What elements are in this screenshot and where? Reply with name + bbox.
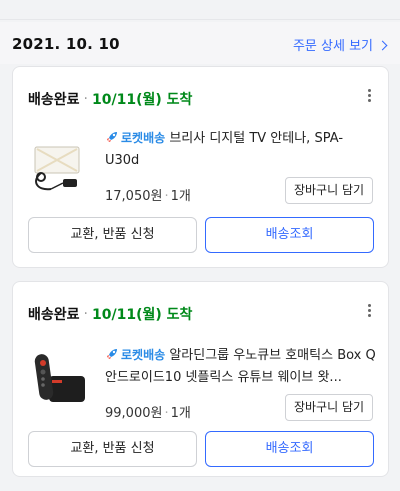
top-strip	[0, 0, 400, 20]
product-quantity: 1개	[170, 406, 191, 421]
price-separator: ·	[164, 406, 169, 421]
price-separator: ·	[164, 189, 169, 204]
track-delivery-button[interactable]: 배송조회	[205, 217, 374, 253]
order-date-header: 2021. 10. 10 주문 상세 보기	[0, 22, 400, 64]
price-quantity: 17,050원 · 1개	[105, 185, 191, 204]
arrival-date: 10/11(월) 도착	[91, 307, 193, 323]
order-card: 배송완료 · 10/11(월) 도착 로켓배송 알라딘그룹 우노큐브 호매틱스 …	[12, 281, 389, 477]
product-price: 17,050원	[105, 189, 163, 204]
rocket-delivery-badge: 로켓배송	[121, 131, 166, 145]
product-name[interactable]: 로켓배송 브리사 디지털 TV 안테나, SPA-U30d	[105, 127, 376, 172]
price-quantity: 99,000원 · 1개	[105, 402, 191, 421]
product-price: 99,000원	[105, 406, 163, 421]
order-detail-link[interactable]: 주문 상세 보기	[292, 35, 388, 54]
status-text: 배송완료	[28, 307, 80, 323]
delivery-status: 배송완료 · 10/11(월) 도착	[28, 304, 192, 324]
track-delivery-button[interactable]: 배송조회	[205, 431, 374, 467]
order-date: 2021. 10. 10	[12, 35, 120, 53]
status-separator: ·	[83, 91, 88, 107]
status-separator: ·	[83, 306, 88, 322]
chevron-right-icon	[377, 40, 388, 50]
rocket-icon	[107, 349, 117, 359]
rocket-delivery-badge: 로켓배송	[121, 348, 166, 362]
order-card: 배송완료 · 10/11(월) 도착 로켓배송 브리사 디지털 TV 안테나, …	[12, 66, 389, 268]
rocket-icon	[107, 132, 117, 142]
product-quantity: 1개	[170, 189, 191, 204]
exchange-return-button[interactable]: 교환, 반품 신청	[28, 431, 197, 467]
product-thumbnail[interactable]	[27, 137, 89, 199]
product-thumbnail[interactable]	[27, 348, 89, 410]
more-options-icon[interactable]	[364, 302, 374, 322]
product-name[interactable]: 로켓배송 알라딘그룹 우노큐브 호매틱스 Box Q 안드로이드10 넷플릭스 …	[105, 344, 376, 389]
exchange-return-button[interactable]: 교환, 반품 신청	[28, 217, 197, 253]
order-detail-label: 주문 상세 보기	[292, 39, 373, 54]
add-to-cart-button[interactable]: 장바구니 담기	[285, 394, 373, 421]
delivery-status: 배송완료 · 10/11(월) 도착	[28, 89, 192, 109]
arrival-date: 10/11(월) 도착	[91, 92, 193, 108]
status-text: 배송완료	[28, 92, 80, 108]
add-to-cart-button[interactable]: 장바구니 담기	[285, 177, 373, 204]
more-options-icon[interactable]	[364, 87, 374, 107]
